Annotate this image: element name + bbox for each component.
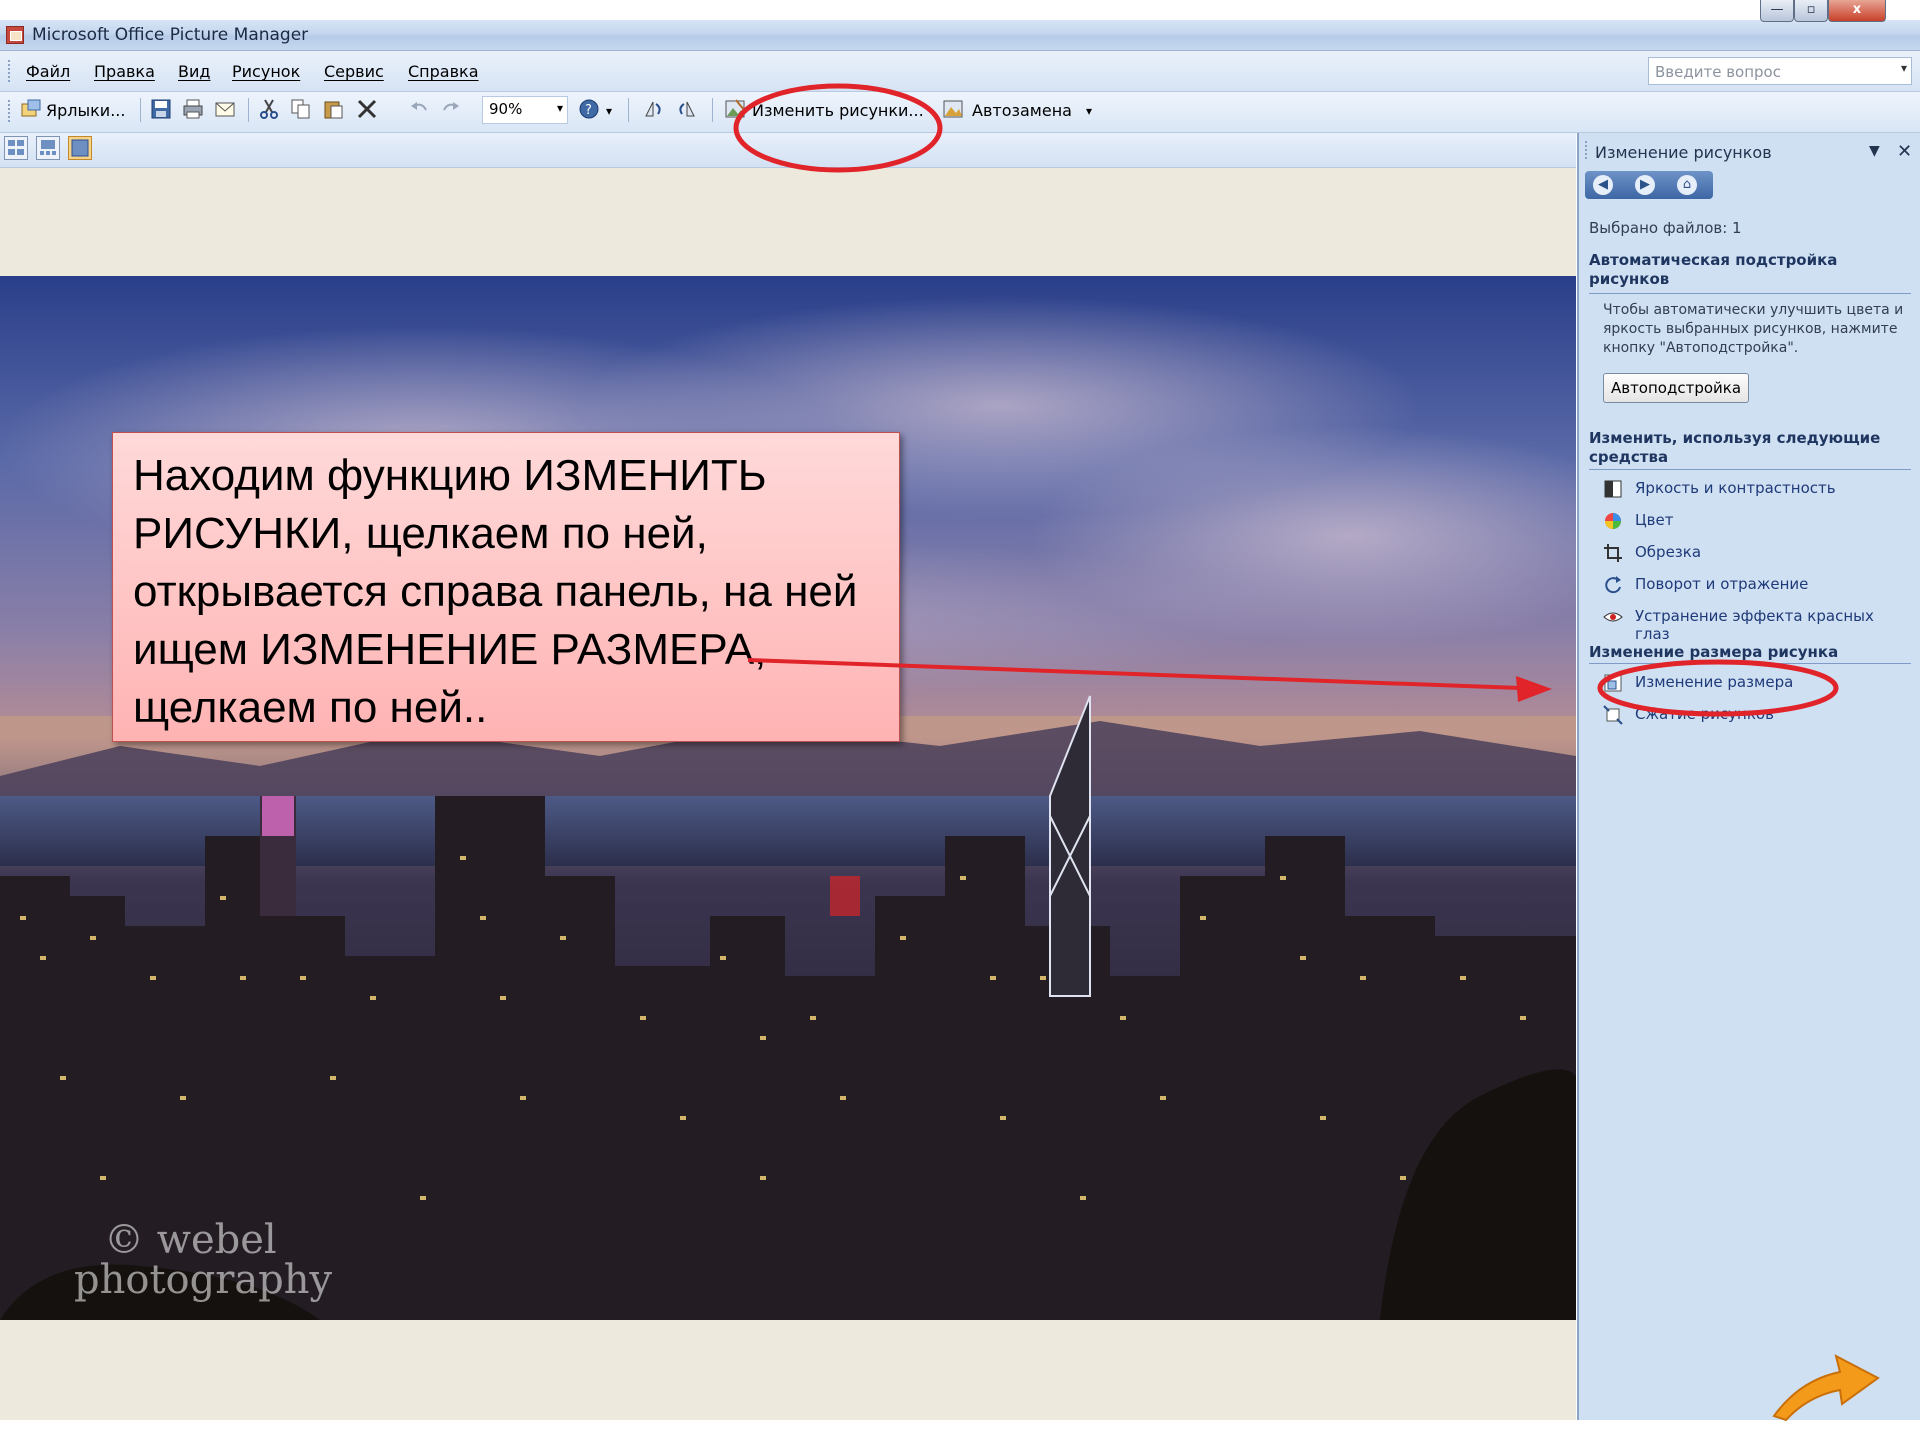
tool-color[interactable]: Цвет <box>1603 509 1913 533</box>
tool-brightness-contrast[interactable]: Яркость и контрастность <box>1603 477 1913 501</box>
tool-brightness-label[interactable]: Яркость и контрастность <box>1635 479 1836 497</box>
title-bar: Microsoft Office Picture Manager <box>0 20 1920 51</box>
single-view-icon[interactable] <box>68 136 92 160</box>
menu-file[interactable]: Файл <box>26 62 70 81</box>
tool-crop[interactable]: Обрезка <box>1603 541 1913 565</box>
home-icon[interactable]: ⌂ <box>1677 175 1697 195</box>
red-eye-icon <box>1603 607 1623 627</box>
divider <box>1589 469 1911 470</box>
toolbar-separator <box>248 98 249 122</box>
redo-icon[interactable] <box>440 98 462 120</box>
app-icon <box>6 26 24 44</box>
toolbar-separator <box>140 98 141 122</box>
zoom-value: 90% <box>489 100 523 118</box>
toolbar-options-icon[interactable]: ▾ <box>1086 104 1092 118</box>
edit-pictures-button[interactable]: Изменить рисунки... <box>752 101 924 120</box>
compress-icon <box>1603 705 1623 725</box>
watermark-line-2: photography <box>74 1257 333 1303</box>
color-icon <box>1603 511 1623 531</box>
tool-rotate-flip-label[interactable]: Поворот и отражение <box>1635 575 1808 593</box>
copy-icon[interactable] <box>290 98 312 120</box>
task-pane: Изменение рисунков ▼ ✕ ◀ ▶ ⌂ Выбрано фай… <box>1577 133 1920 1420</box>
rotate-right-icon[interactable] <box>676 98 698 120</box>
divider <box>1589 663 1911 664</box>
zoom-select[interactable]: 90% ▾ <box>482 96 568 124</box>
bottom-strip <box>0 1420 1920 1440</box>
minimize-button[interactable]: — <box>1760 0 1794 22</box>
shortcuts-icon[interactable] <box>20 98 42 120</box>
toolbar-separator <box>712 98 713 122</box>
menu-view[interactable]: Вид <box>178 62 210 81</box>
print-icon[interactable] <box>182 98 204 120</box>
resize-icon <box>1603 673 1623 693</box>
ask-question-input[interactable]: Введите вопрос ▾ <box>1648 57 1912 85</box>
paste-icon[interactable] <box>322 98 344 120</box>
resize-section-title: Изменение размера рисунка <box>1589 643 1839 661</box>
ask-question-placeholder: Введите вопрос <box>1655 63 1781 81</box>
instruction-callout: Находим функцию ИЗМЕНИТЬ РИСУНКИ, щелкае… <box>112 432 900 742</box>
thumbnail-view-icon[interactable] <box>4 136 28 160</box>
back-icon[interactable]: ◀ <box>1593 175 1613 195</box>
tool-rotate-flip[interactable]: Поворот и отражение <box>1603 573 1913 597</box>
menu-grip[interactable] <box>8 60 13 82</box>
close-button[interactable]: x <box>1828 0 1886 22</box>
cut-icon[interactable] <box>258 98 280 120</box>
instruction-callout-text: Находим функцию ИЗМЕНИТЬ РИСУНКИ, щелкае… <box>133 451 858 732</box>
save-icon[interactable] <box>150 98 172 120</box>
resize-link-label[interactable]: Изменение размера <box>1635 673 1793 691</box>
menu-edit[interactable]: Правка <box>94 62 155 81</box>
autocorrect-button[interactable]: Автозамена <box>972 101 1072 120</box>
chevron-down-icon[interactable]: ▾ <box>1901 61 1907 75</box>
rotate-left-icon[interactable] <box>642 98 664 120</box>
task-pane-grip[interactable] <box>1585 141 1590 159</box>
auto-section-title: Автоматическая подстройка рисунков <box>1589 251 1838 288</box>
autofix-button[interactable]: Автоподстройка <box>1603 373 1749 403</box>
menu-help[interactable]: Справка <box>408 62 479 81</box>
toolbar-options-icon[interactable]: ▾ <box>606 104 612 118</box>
edit-pictures-icon[interactable] <box>724 98 746 120</box>
rotate-flip-icon <box>1603 575 1623 595</box>
maximize-button[interactable]: ▫ <box>1794 0 1828 22</box>
view-toolbar <box>0 133 1576 168</box>
forward-icon[interactable]: ▶ <box>1635 175 1655 195</box>
task-pane-title: Изменение рисунков <box>1595 143 1772 162</box>
autocorrect-icon[interactable] <box>942 98 964 120</box>
toolbar-separator <box>628 98 629 122</box>
undo-icon[interactable] <box>408 98 430 120</box>
brightness-icon <box>1603 479 1623 499</box>
svg-text:?: ? <box>585 103 592 118</box>
compress-link[interactable]: Сжатие рисунков <box>1603 703 1913 727</box>
divider <box>1589 293 1911 294</box>
email-icon[interactable] <box>214 98 236 120</box>
toolbar-grip[interactable] <box>8 100 13 122</box>
menu-bar: Файл Правка Вид Рисунок Сервис Справка В… <box>0 51 1920 92</box>
help-icon[interactable]: ? <box>578 98 600 120</box>
chevron-down-icon[interactable]: ▼ <box>1869 143 1880 159</box>
menu-tools[interactable]: Сервис <box>324 62 384 81</box>
tool-crop-label[interactable]: Обрезка <box>1635 543 1701 561</box>
tool-red-eye-label[interactable]: Устранение эффекта красных глаз <box>1635 607 1913 643</box>
edit-tools-title: Изменить, используя следующие средства <box>1589 429 1881 466</box>
task-pane-nav: ◀ ▶ ⌂ <box>1585 171 1713 199</box>
delete-icon[interactable] <box>356 98 378 120</box>
watermark-line-1: © webel <box>104 1217 277 1263</box>
auto-section-description: Чтобы автоматически улучшить цвета и ярк… <box>1603 302 1904 356</box>
shortcuts-button[interactable]: Ярлыки... <box>46 101 125 120</box>
crop-icon <box>1603 543 1623 563</box>
resize-link[interactable]: Изменение размера <box>1603 671 1913 695</box>
tool-color-label[interactable]: Цвет <box>1635 511 1673 529</box>
chevron-down-icon[interactable]: ▾ <box>557 101 563 115</box>
close-icon[interactable]: ✕ <box>1897 141 1912 162</box>
watermark: © webel photography <box>14 1220 332 1300</box>
selected-files-count: Выбрано файлов: 1 <box>1589 219 1742 237</box>
window-title: Microsoft Office Picture Manager <box>32 25 309 45</box>
menu-picture[interactable]: Рисунок <box>232 62 300 81</box>
compress-link-label[interactable]: Сжатие рисунков <box>1635 705 1774 723</box>
tool-red-eye[interactable]: Устранение эффекта красных глаз <box>1603 605 1913 643</box>
filmstrip-view-icon[interactable] <box>36 136 60 160</box>
